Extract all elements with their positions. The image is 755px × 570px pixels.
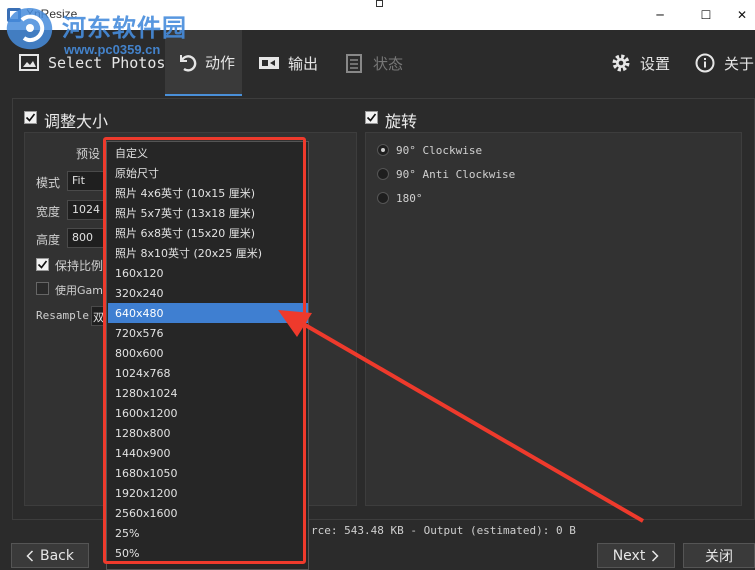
preset-option[interactable]: 照片 5x7英寸 (13x18 厘米) (108, 203, 308, 223)
close-icon: ✕ (736, 8, 748, 22)
about-label: 关于 (724, 54, 755, 73)
check-icon (25, 113, 36, 122)
rotate-checkbox[interactable] (365, 111, 378, 124)
chevron-left-icon (26, 549, 34, 562)
settings-button[interactable]: 设置 (610, 30, 670, 96)
size-status: rce: 543.48 KB - Output (estimated): 0 B (311, 524, 576, 537)
check-icon (366, 113, 377, 122)
preset-option[interactable]: 50% (108, 543, 308, 563)
preset-option[interactable]: 1280x800 (108, 423, 308, 443)
preset-option[interactable]: 1440x900 (108, 443, 308, 463)
rotate-cw-radio[interactable] (377, 144, 389, 156)
resize-section-title: 调整大小 (44, 112, 109, 131)
close-label: 关闭 (705, 548, 733, 565)
close-window-button[interactable]: ✕ (729, 0, 755, 30)
use-gamma-checkbox[interactable] (36, 282, 49, 295)
back-label: Back (40, 547, 74, 564)
preset-label: 预设 (76, 147, 101, 161)
tab-output-label: 输出 (288, 54, 319, 73)
preset-dropdown-list[interactable]: 自定义 原始尺寸 照片 4x6英寸 (10x15 厘米) 照片 5x7英寸 (13x1… (106, 141, 309, 570)
title-bar-mark (376, 0, 383, 7)
preset-option[interactable]: 2560x1600 (108, 503, 308, 523)
preset-option[interactable]: 1280x1024 (108, 383, 308, 403)
rotate-ccw-radio[interactable] (377, 168, 389, 180)
preset-option[interactable]: 320x240 (108, 283, 308, 303)
tab-status[interactable]: 状态 (343, 30, 403, 96)
tab-action-label: 动作 (205, 53, 236, 72)
width-label: 宽度 (36, 205, 61, 219)
preset-option[interactable]: 自定义 (108, 143, 308, 163)
height-label: 高度 (36, 233, 61, 247)
next-label: Next (612, 547, 646, 564)
preset-option[interactable]: 照片 6x8英寸 (15x20 厘米) (108, 223, 308, 243)
keep-ratio-checkbox[interactable] (36, 258, 49, 271)
preset-option[interactable]: 原始尺寸 (108, 163, 308, 183)
minimize-icon: ─ (656, 8, 664, 22)
rotate-180-label: 180° (396, 192, 423, 205)
clipboard-icon (343, 52, 365, 74)
preset-option[interactable]: 1024x768 (108, 363, 308, 383)
mode-select[interactable]: Fit (67, 171, 107, 191)
about-button[interactable]: 关于 (694, 30, 754, 96)
height-input[interactable]: 800 (67, 228, 107, 248)
preset-option[interactable]: 1680x1050 (108, 463, 308, 483)
settings-label: 设置 (640, 54, 671, 73)
tab-action[interactable]: 动作 (165, 30, 242, 96)
next-button[interactable]: Next (597, 543, 675, 568)
rotate-180-radio[interactable] (377, 192, 389, 204)
rotate-cw-label: 90° Clockwise (396, 144, 483, 157)
window-title: XnResize (26, 7, 78, 21)
title-bar: XnResize ─ ☐ ✕ (0, 0, 755, 30)
maximize-button[interactable]: ☐ (683, 0, 729, 30)
gear-icon (610, 52, 632, 74)
preset-option[interactable]: 1600x1200 (108, 403, 308, 423)
preset-option[interactable]: 800x600 (108, 343, 308, 363)
chevron-right-icon (652, 549, 659, 562)
tab-status-label: 状态 (373, 54, 404, 73)
preset-option[interactable]: 1920x1200 (108, 483, 308, 503)
preset-option[interactable]: 照片 4x6英寸 (10x15 厘米) (108, 183, 308, 203)
info-icon (694, 52, 716, 74)
preset-option[interactable]: 720x576 (108, 323, 308, 343)
close-button[interactable]: 关闭 (683, 543, 755, 568)
preset-option[interactable]: 640x480 (108, 303, 308, 323)
maximize-icon: ☐ (700, 8, 712, 22)
keep-ratio-label: 保持比例 (55, 259, 104, 273)
resample-select[interactable]: 双 (91, 306, 107, 326)
select-photos-button[interactable]: Select Photos (18, 30, 165, 96)
rotate-panel (365, 132, 742, 506)
preset-option[interactable]: 25% (108, 523, 308, 543)
rotate-ccw-label: 90° Anti Clockwise (396, 168, 516, 181)
check-icon (37, 260, 48, 269)
tab-output[interactable]: 输出 (258, 30, 318, 96)
resample-label: Resample (36, 309, 89, 322)
rotate-section-title: 旋转 (385, 112, 418, 131)
width-input[interactable]: 1024 (67, 200, 107, 220)
rotate-action-icon (175, 51, 197, 73)
toolbar: Select Photos 动作 输出 状态 设置 关于 (0, 30, 755, 98)
back-button[interactable]: Back (11, 543, 89, 568)
output-icon (258, 52, 280, 74)
preset-option[interactable]: 160x120 (108, 263, 308, 283)
mode-label: 模式 (36, 176, 61, 190)
photo-select-icon (18, 52, 40, 74)
app-icon (7, 8, 21, 22)
minimize-button[interactable]: ─ (637, 0, 683, 30)
select-photos-label: Select Photos (48, 54, 166, 72)
preset-option[interactable]: 照片 8x10英寸 (20x25 厘米) (108, 243, 308, 263)
resize-checkbox[interactable] (24, 111, 37, 124)
preset-option[interactable]: 75% (108, 563, 308, 570)
